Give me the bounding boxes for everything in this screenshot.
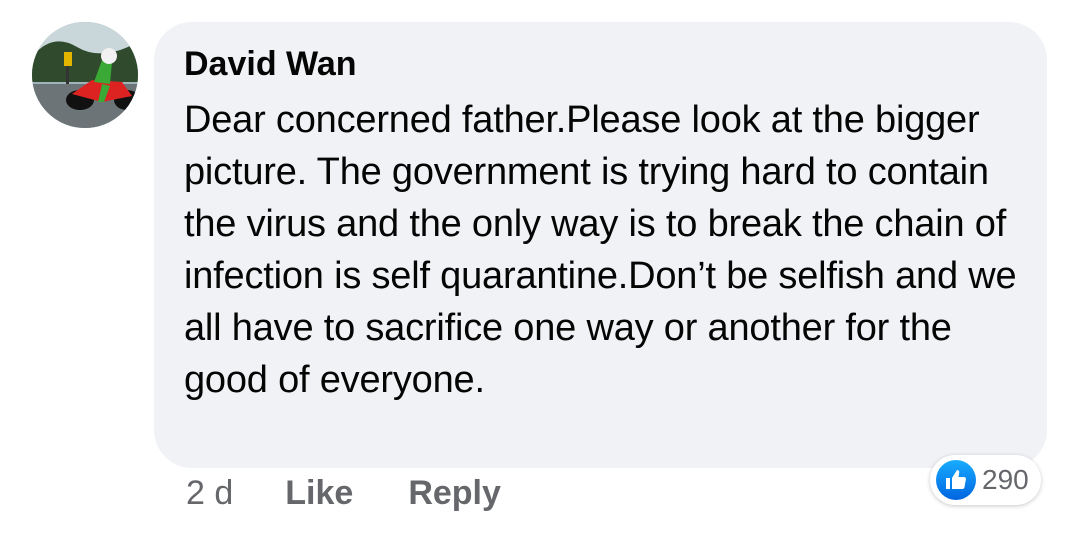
- reaction-count: 290: [982, 464, 1029, 495]
- reply-button[interactable]: Reply: [408, 474, 501, 513]
- reaction-summary[interactable]: 290: [930, 455, 1041, 505]
- thumbs-up-icon: [936, 460, 976, 500]
- comment-bubble: David Wan Dear concerned father.Please l…: [154, 22, 1047, 468]
- comment-author[interactable]: David Wan: [184, 44, 1017, 84]
- comment-text: Dear concerned father.Please look at the…: [184, 99, 1017, 401]
- comment-actions: 2 d Like Reply: [186, 474, 501, 513]
- like-button[interactable]: Like: [285, 474, 353, 513]
- avatar-photo: [32, 22, 138, 128]
- comment: David Wan Dear concerned father.Please l…: [0, 0, 1066, 543]
- avatar[interactable]: [32, 22, 138, 128]
- comment-timestamp[interactable]: 2 d: [186, 474, 233, 513]
